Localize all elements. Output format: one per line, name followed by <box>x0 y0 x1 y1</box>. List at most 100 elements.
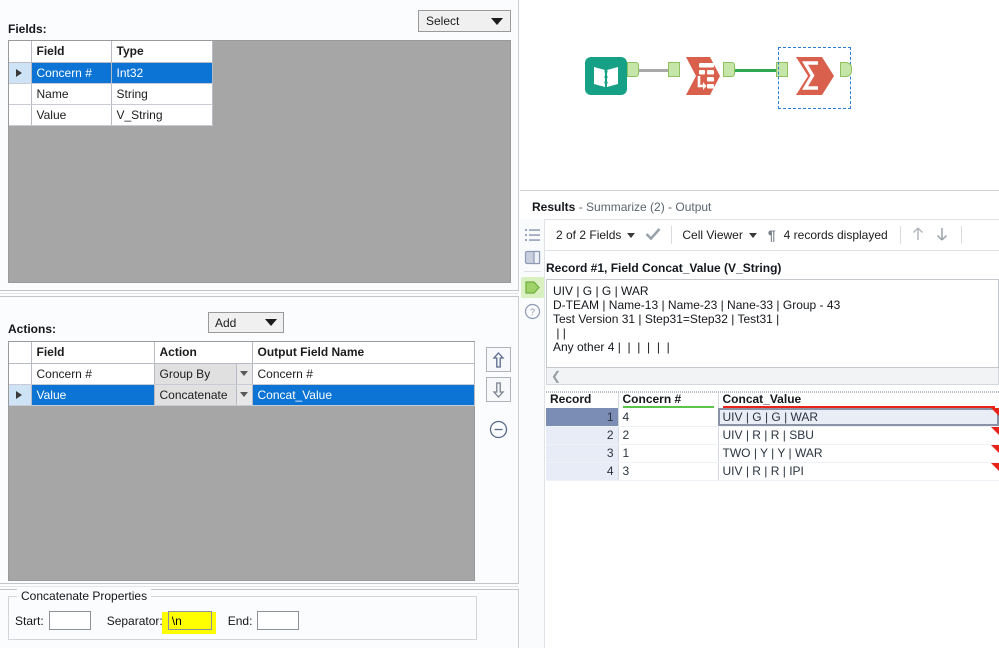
start-input[interactable] <box>48 611 91 630</box>
cell-viewer: Record #1, Field Concat_Value (V_String)… <box>546 261 999 386</box>
concatenate-properties-title: Concatenate Properties <box>17 589 152 603</box>
fields-grid[interactable]: Field Type Concern # Int32 Name String V… <box>8 40 511 283</box>
cell-viewer-scrollbar[interactable]: ❮ <box>546 368 999 385</box>
output-anchor[interactable] <box>627 62 639 77</box>
row-selector[interactable] <box>9 384 32 406</box>
action-output-cell[interactable]: Concat_Value <box>252 384 475 406</box>
input-anchor[interactable] <box>668 62 680 77</box>
actions-header-field: Field <box>31 342 155 364</box>
field-type-cell[interactable]: Int32 <box>111 62 213 84</box>
actions-header-action: Action <box>154 342 253 364</box>
results-left-rail: ? <box>520 219 545 648</box>
action-field-cell[interactable]: Value <box>31 384 155 406</box>
row-selector[interactable] <box>9 62 32 84</box>
actions-header-output: Output Field Name <box>252 342 475 364</box>
column-header-concat-value[interactable]: Concat_Value <box>718 391 999 408</box>
select-dropdown-label: Select <box>426 14 460 28</box>
cell-record[interactable]: 1 <box>546 408 619 427</box>
separator-label: Separator: <box>106 613 163 628</box>
action-type-label: Group By <box>159 366 211 381</box>
output-anchor[interactable] <box>840 62 852 77</box>
cell-concat-value[interactable]: UIV | R | R | IPI <box>718 462 999 481</box>
panel-splitter[interactable] <box>0 290 519 297</box>
summarize-config-pane: Fields: Select Field Type Concern # Int3… <box>0 0 519 648</box>
select-dropdown[interactable]: Select <box>418 10 511 32</box>
panel-layout-icon[interactable] <box>524 249 541 266</box>
action-field-cell[interactable]: Concern # <box>31 363 155 385</box>
row-selector[interactable] <box>9 104 32 126</box>
chevron-down-icon[interactable] <box>235 363 251 383</box>
concatenate-properties-group: Concatenate Properties Start: Separator:… <box>8 589 477 640</box>
fields-header-select <box>9 41 32 63</box>
cell-record[interactable]: 2 <box>546 426 619 445</box>
output-anchor-icon[interactable] <box>524 279 541 296</box>
actions-grid[interactable]: Field Action Output Field Name Concern #… <box>8 341 475 581</box>
cell-concat-value[interactable]: UIV | G | G | WAR <box>718 408 999 427</box>
chevron-down-icon[interactable] <box>235 384 251 404</box>
results-panel: Results - Summarize (2) - Output 2 of 2 … <box>520 190 999 648</box>
fields-count-dropdown[interactable]: 2 of 2 Fields <box>556 228 636 242</box>
cell-concern[interactable]: 4 <box>618 408 719 427</box>
table-row[interactable]: Concern # Group By Concern # <box>9 363 475 385</box>
field-name-cell[interactable]: Value <box>31 104 112 126</box>
workflow-canvas[interactable] <box>520 0 999 190</box>
arrow-up-icon <box>492 351 505 368</box>
cell-concat-value[interactable]: TWO | Y | Y | WAR <box>718 444 999 463</box>
field-name-cell[interactable]: Name <box>31 83 112 105</box>
action-type-select[interactable]: Group By <box>154 363 253 385</box>
cell-concat-value[interactable]: UIV | R | R | SBU <box>718 426 999 445</box>
chevron-left-icon[interactable]: ❮ <box>551 369 561 383</box>
results-title-main: Results <box>532 200 576 214</box>
column-header-record[interactable]: Record <box>546 391 619 408</box>
remove-action-button[interactable] <box>486 417 511 442</box>
field-name-cell[interactable]: Concern # <box>31 62 112 84</box>
pilcrow-icon[interactable]: ¶ <box>768 228 776 242</box>
add-action-dropdown[interactable]: Add <box>208 312 284 333</box>
action-output-cell[interactable]: Concern # <box>252 363 475 385</box>
output-anchor[interactable] <box>723 62 735 77</box>
cell-concern[interactable]: 2 <box>618 426 719 445</box>
toolbar-divider <box>671 226 673 244</box>
minus-circle-icon <box>489 420 508 439</box>
field-type-cell[interactable]: String <box>111 83 213 105</box>
table-row[interactable]: 1 4 UIV | G | G | WAR <box>546 408 999 427</box>
checkmark-icon[interactable] <box>645 227 661 244</box>
row-selector[interactable] <box>9 83 32 105</box>
cell-concern[interactable]: 1 <box>618 444 719 463</box>
cell-record[interactable]: 3 <box>546 444 619 463</box>
row-selector[interactable] <box>9 363 32 385</box>
prev-record-button[interactable] <box>911 226 925 245</box>
add-dropdown-label: Add <box>215 315 237 330</box>
end-input[interactable] <box>257 611 300 630</box>
cell-viewer-content[interactable]: UIV | G | G | WAR D-TEAM | Name-13 | Nam… <box>546 279 999 368</box>
table-row[interactable]: 4 3 UIV | R | R | IPI <box>546 462 999 481</box>
separator-input[interactable] <box>167 611 212 630</box>
help-icon[interactable]: ? <box>524 303 541 320</box>
actions-header-select <box>9 342 32 364</box>
field-type-cell[interactable]: V_String <box>111 104 213 126</box>
cell-concat-value-text: UIV | R | R | SBU <box>722 428 814 442</box>
fields-count-label: 2 of 2 Fields <box>556 228 622 242</box>
table-row[interactable]: 3 1 TWO | Y | Y | WAR <box>546 444 999 463</box>
action-type-select[interactable]: Concatenate <box>154 384 253 406</box>
table-row[interactable]: Value V_String <box>9 104 213 126</box>
column-header-concern[interactable]: Concern # <box>618 391 719 408</box>
toolbar-divider <box>960 226 962 244</box>
summarize-tool[interactable] <box>788 54 840 101</box>
cell-record[interactable]: 4 <box>546 462 619 481</box>
cell-concern[interactable]: 3 <box>618 462 719 481</box>
transpose-tool[interactable] <box>680 54 724 101</box>
results-grid[interactable]: Record Concern # Concat_Value 1 4 UIV | … <box>546 391 999 648</box>
move-down-button[interactable] <box>486 377 511 402</box>
table-row[interactable]: Name String <box>9 83 213 105</box>
actions-header-row: Field Action Output Field Name <box>9 342 475 364</box>
view-mode-dropdown[interactable]: Cell Viewer <box>682 228 757 242</box>
text-input-tool[interactable] <box>584 56 628 99</box>
move-up-button[interactable] <box>486 347 511 372</box>
table-row[interactable]: Concern # Int32 <box>9 62 213 84</box>
list-view-icon[interactable] <box>524 227 541 244</box>
next-record-button[interactable] <box>935 226 949 245</box>
table-row[interactable]: Value Concatenate Concat_Value <box>9 384 475 406</box>
cell-truncated-marker-icon <box>990 444 998 453</box>
table-row[interactable]: 2 2 UIV | R | R | SBU <box>546 426 999 445</box>
